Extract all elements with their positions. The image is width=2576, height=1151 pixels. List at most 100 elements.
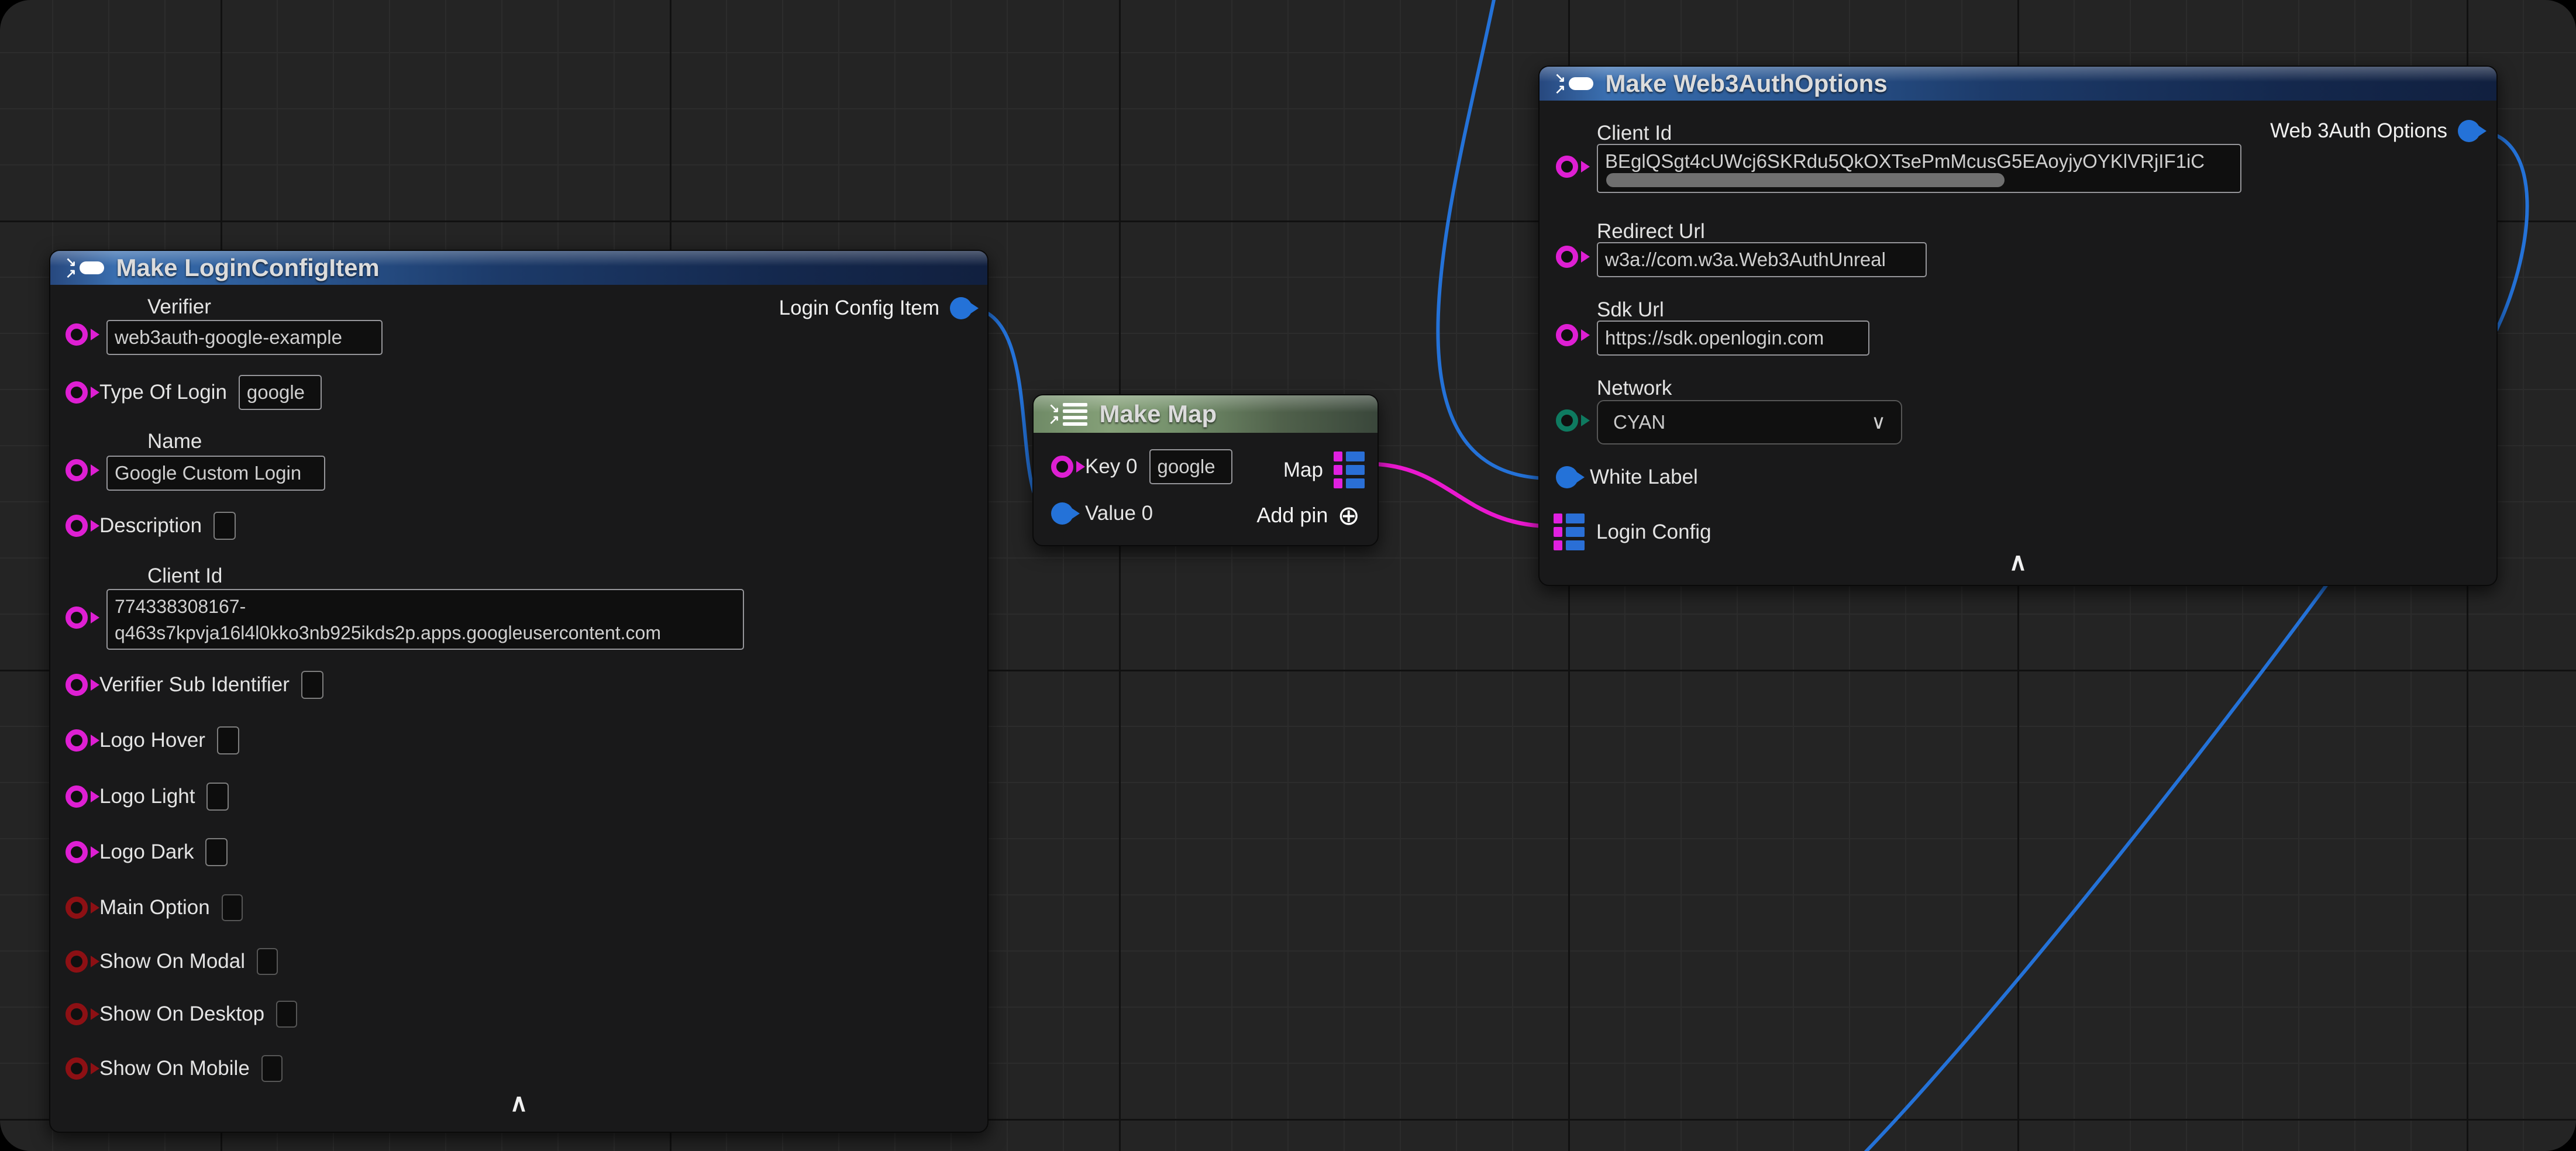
description-input[interactable] bbox=[213, 512, 236, 540]
login-config-row: Login Config bbox=[1554, 514, 1711, 550]
key0-input[interactable]: google bbox=[1149, 449, 1232, 484]
logo-hover-row: Logo Hover bbox=[66, 726, 239, 754]
show-on-desktop-row: Show On Desktop bbox=[66, 1001, 297, 1028]
node-header[interactable]: ↘↗ Make Web3AuthOptions bbox=[1540, 67, 2496, 101]
logo-light-input[interactable] bbox=[206, 783, 229, 811]
name-label: Name bbox=[147, 430, 202, 453]
node-title: Make Web3AuthOptions bbox=[1605, 70, 1887, 98]
logo-light-row: Logo Light bbox=[66, 783, 229, 811]
show-on-desktop-input[interactable] bbox=[276, 1001, 297, 1028]
add-pin-plus-icon: ⊕ bbox=[1337, 502, 1360, 529]
network-label: Network bbox=[1597, 377, 1672, 400]
node-title: Make LoginConfigItem bbox=[116, 254, 379, 282]
wire-offscreen-to-whitelabel[interactable] bbox=[1438, 0, 1554, 478]
node-make-loginconfigitem[interactable]: ↘↗ Make LoginConfigItem Login Config Ite… bbox=[49, 250, 989, 1133]
key0-pin[interactable] bbox=[1051, 456, 1073, 478]
client-id-pin[interactable] bbox=[1556, 156, 1578, 178]
white-label-label: White Label bbox=[1590, 466, 1698, 489]
client-id-input[interactable]: 774338308167-q463s7kpvja16l4l0kko3nb925i… bbox=[106, 589, 744, 650]
logo-hover-input[interactable] bbox=[217, 726, 239, 754]
output-pin-web3auth-options[interactable] bbox=[2458, 120, 2480, 142]
wire-map-to-loginconfig[interactable] bbox=[1366, 464, 1554, 526]
show-on-mobile-pin[interactable] bbox=[66, 1057, 88, 1080]
verifier-sub-input[interactable] bbox=[301, 671, 323, 699]
main-option-label: Main Option bbox=[99, 896, 210, 919]
network-dropdown[interactable]: CYAN ∨ bbox=[1597, 400, 1902, 444]
description-label: Description bbox=[99, 514, 202, 537]
node-make-web3authoptions[interactable]: ↘↗ Make Web3AuthOptions Web 3Auth Option… bbox=[1538, 66, 2498, 586]
value0-row: Value 0 bbox=[1051, 502, 1153, 525]
login-config-label: Login Config bbox=[1596, 521, 1711, 544]
type-of-login-row: Type Of Login google bbox=[66, 375, 322, 410]
make-struct-icon: ↘↗ bbox=[1555, 72, 1593, 95]
show-on-modal-pin[interactable] bbox=[66, 950, 88, 973]
chevron-down-icon: ∨ bbox=[1871, 411, 1886, 434]
show-on-desktop-pin[interactable] bbox=[66, 1003, 88, 1025]
network-selected-value: CYAN bbox=[1613, 411, 1665, 433]
redirect-url-label: Redirect Url bbox=[1597, 220, 1705, 243]
logo-dark-pin[interactable] bbox=[66, 841, 88, 863]
verifier-input[interactable]: web3auth-google-example bbox=[106, 320, 383, 355]
output-pin-login-config-item[interactable] bbox=[950, 297, 972, 319]
client-id-text: BEglQSgt4cUWcj6SKRdu5QkOXTsePmMcusG5EAoy… bbox=[1605, 149, 2233, 174]
map-output-row: Map bbox=[1283, 452, 1365, 488]
show-on-modal-input[interactable] bbox=[257, 948, 278, 975]
login-config-pin[interactable] bbox=[1554, 514, 1585, 550]
description-row: Description bbox=[66, 512, 236, 540]
show-on-mobile-label: Show On Mobile bbox=[99, 1057, 250, 1080]
show-on-modal-row: Show On Modal bbox=[66, 948, 278, 975]
type-of-login-pin[interactable] bbox=[66, 381, 88, 404]
add-pin-row: Add pin ⊕ bbox=[1256, 502, 1360, 529]
verifier-sub-pin[interactable] bbox=[66, 674, 88, 696]
make-struct-icon: ↘↗ bbox=[66, 256, 104, 280]
type-of-login-input[interactable]: google bbox=[239, 375, 322, 410]
sdk-url-input[interactable]: https://sdk.openlogin.com bbox=[1597, 321, 1869, 356]
name-input[interactable]: Google Custom Login bbox=[106, 456, 325, 491]
sdk-url-pin[interactable] bbox=[1556, 324, 1578, 346]
main-option-row: Main Option bbox=[66, 894, 243, 921]
output-pin-label: Login Config Item bbox=[779, 297, 939, 320]
logo-light-pin[interactable] bbox=[66, 785, 88, 808]
logo-hover-label: Logo Hover bbox=[99, 729, 205, 752]
redirect-url-input[interactable]: w3a://com.w3a.Web3AuthUnreal bbox=[1597, 242, 1927, 277]
redirect-url-pin[interactable] bbox=[1556, 246, 1578, 268]
verifier-label: Verifier bbox=[147, 295, 211, 319]
client-id-pin[interactable] bbox=[66, 606, 88, 629]
logo-dark-input[interactable] bbox=[205, 838, 228, 866]
client-id-label: Client Id bbox=[1597, 122, 1672, 145]
verifier-sub-row: Verifier Sub Identifier bbox=[66, 671, 323, 699]
value0-pin[interactable] bbox=[1051, 502, 1073, 525]
collapse-chevron-icon[interactable]: ∧ bbox=[510, 1091, 528, 1115]
description-pin[interactable] bbox=[66, 515, 88, 537]
main-option-pin[interactable] bbox=[66, 897, 88, 919]
key0-row: Key 0 google bbox=[1051, 449, 1232, 484]
show-on-mobile-row: Show On Mobile bbox=[66, 1055, 283, 1082]
output-pin-label: Web 3Auth Options bbox=[2270, 119, 2447, 143]
logo-dark-row: Logo Dark bbox=[66, 838, 228, 866]
output-row-login-config-item: Login Config Item bbox=[779, 297, 972, 320]
collapse-chevron-icon[interactable]: ∧ bbox=[2009, 550, 2027, 574]
node-title: Make Map bbox=[1099, 400, 1217, 428]
node-header[interactable]: ↘↗ Make LoginConfigItem bbox=[50, 251, 987, 285]
client-id-input[interactable]: BEglQSgt4cUWcj6SKRdu5QkOXTsePmMcusG5EAoy… bbox=[1597, 144, 2241, 193]
logo-hover-pin[interactable] bbox=[66, 729, 88, 752]
output-row-web3auth-options: Web 3Auth Options bbox=[2270, 119, 2480, 143]
client-id-label: Client Id bbox=[147, 564, 222, 588]
map-output-pin[interactable] bbox=[1334, 452, 1365, 488]
name-pin[interactable] bbox=[66, 459, 88, 481]
white-label-row: White Label bbox=[1556, 466, 1698, 489]
logo-dark-label: Logo Dark bbox=[99, 840, 194, 864]
client-id-scrollbar[interactable] bbox=[1606, 173, 2005, 187]
network-pin[interactable] bbox=[1556, 409, 1578, 432]
show-on-desktop-label: Show On Desktop bbox=[99, 1002, 264, 1026]
node-make-map[interactable]: ↘↗ Make Map Key 0 google Map Value 0 Add… bbox=[1032, 394, 1379, 546]
add-pin-button[interactable]: Add pin ⊕ bbox=[1256, 502, 1360, 529]
white-label-pin[interactable] bbox=[1556, 466, 1578, 488]
blueprint-graph-canvas[interactable]: ↘↗ Make LoginConfigItem Login Config Ite… bbox=[0, 0, 2576, 1151]
main-option-input[interactable] bbox=[222, 894, 243, 921]
key0-label: Key 0 bbox=[1085, 455, 1138, 478]
show-on-mobile-input[interactable] bbox=[261, 1055, 283, 1082]
type-of-login-label: Type Of Login bbox=[99, 381, 227, 404]
node-header[interactable]: ↘↗ Make Map bbox=[1034, 395, 1377, 433]
verifier-pin[interactable] bbox=[66, 323, 88, 346]
